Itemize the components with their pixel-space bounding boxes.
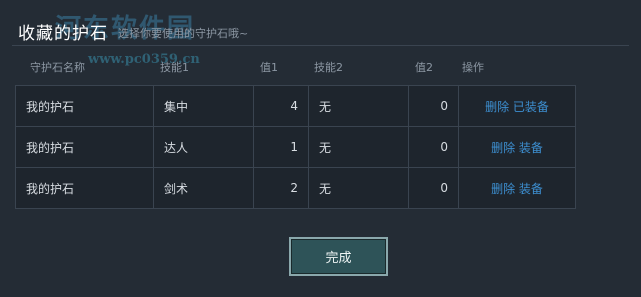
delete-link[interactable]: 删除 <box>485 100 509 114</box>
value1-cell: 2 <box>253 167 309 209</box>
dialog-title: 收藏的护石 <box>18 24 108 44</box>
value2-cell: 0 <box>408 126 459 168</box>
header-value2: 值2 <box>415 61 433 74</box>
table-row: 我的护石 剑术 2 无 0 删除 装备 <box>15 167 576 209</box>
equip-link[interactable]: 已装备 <box>513 100 549 114</box>
amulet-name: 我的护石 <box>15 85 154 127</box>
value1-cell: 4 <box>253 85 309 127</box>
skill2-cell: 无 <box>308 126 409 168</box>
delete-link[interactable]: 删除 <box>491 182 515 196</box>
skill2-cell: 无 <box>308 167 409 209</box>
skill2-cell: 无 <box>308 85 409 127</box>
skill1-cell: 剑术 <box>153 167 254 209</box>
dialog-subtitle: 选择你要使用的守护石哦~ <box>118 27 249 40</box>
value2-cell: 0 <box>408 167 459 209</box>
equip-link[interactable]: 装备 <box>519 182 543 196</box>
table-row: 我的护石 集中 4 无 0 删除 已装备 <box>15 85 576 127</box>
actions-cell: 删除 装备 <box>458 126 576 168</box>
header-skill2: 技能2 <box>314 61 343 74</box>
value2-cell: 0 <box>408 85 459 127</box>
amulet-table: 我的护石 集中 4 无 0 删除 已装备 我的护石 达人 1 无 0 删除 装备… <box>15 85 576 209</box>
value1-cell: 1 <box>253 126 309 168</box>
header-name: 守护石名称 <box>30 61 85 74</box>
table-row: 我的护石 达人 1 无 0 删除 装备 <box>15 126 576 168</box>
skill1-cell: 达人 <box>153 126 254 168</box>
skill1-cell: 集中 <box>153 85 254 127</box>
header-skill1: 技能1 <box>160 61 189 74</box>
equip-link[interactable]: 装备 <box>519 141 543 155</box>
actions-cell: 删除 装备 <box>458 167 576 209</box>
actions-cell: 删除 已装备 <box>458 85 576 127</box>
header-actions: 操作 <box>462 61 484 74</box>
amulet-name: 我的护石 <box>15 126 154 168</box>
delete-link[interactable]: 删除 <box>491 141 515 155</box>
title-divider <box>12 45 629 46</box>
done-button[interactable]: 完成 <box>289 237 388 276</box>
amulet-name: 我的护石 <box>15 167 154 209</box>
header-value1: 值1 <box>260 61 278 74</box>
